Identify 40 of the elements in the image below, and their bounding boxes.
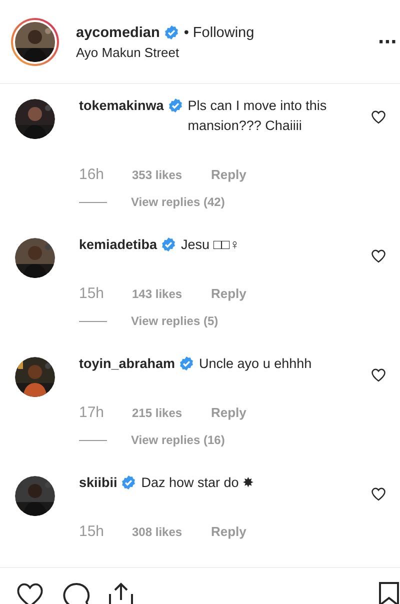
user-avatar[interactable] bbox=[15, 357, 55, 397]
more-options-button[interactable]: ··· bbox=[378, 28, 400, 54]
comment-text: Uncle ayo u ehhhh bbox=[199, 355, 313, 373]
heart-icon[interactable] bbox=[371, 249, 386, 263]
heart-icon[interactable] bbox=[371, 487, 386, 501]
comment-text: Jesu □□♀ bbox=[181, 236, 241, 254]
username-link[interactable]: aycomedian bbox=[76, 24, 160, 40]
username-link[interactable]: skiibii bbox=[79, 473, 118, 493]
location-link[interactable]: Ayo Makun Street bbox=[76, 45, 378, 60]
comment-time: 16h bbox=[79, 166, 106, 183]
comment-time: 15h bbox=[79, 285, 106, 302]
view-replies-link[interactable]: View replies (42) bbox=[131, 195, 225, 209]
story-ring[interactable] bbox=[11, 18, 59, 66]
reply-link[interactable]: Reply bbox=[211, 524, 246, 539]
comment-time: 15h bbox=[79, 523, 106, 540]
user-avatar[interactable] bbox=[15, 99, 55, 139]
bookmark-icon[interactable] bbox=[378, 582, 400, 604]
reply-link[interactable]: Reply bbox=[211, 286, 246, 301]
username-link[interactable]: toyin_abraham bbox=[79, 354, 176, 374]
likes-count[interactable]: 308 likes bbox=[132, 525, 211, 539]
heart-icon[interactable] bbox=[15, 582, 45, 604]
heart-icon[interactable] bbox=[371, 368, 386, 382]
view-replies-link[interactable]: View replies (16) bbox=[131, 433, 225, 447]
user-avatar[interactable] bbox=[15, 238, 55, 278]
reply-link[interactable]: Reply bbox=[211, 167, 246, 182]
reply-link[interactable]: Reply bbox=[211, 405, 246, 420]
comment-time: 17h bbox=[79, 404, 106, 421]
heart-icon[interactable] bbox=[371, 110, 386, 124]
share-icon[interactable] bbox=[107, 582, 135, 604]
likes-count[interactable]: 215 likes bbox=[132, 406, 211, 420]
comment-text: Pls can I move into this mansion??? Chaiiii bbox=[188, 97, 328, 135]
comment-text: Daz how star do ✸ bbox=[141, 474, 256, 492]
likes-count[interactable]: 143 likes bbox=[132, 287, 211, 301]
user-avatar[interactable] bbox=[15, 476, 55, 516]
comment-icon[interactable] bbox=[61, 582, 91, 604]
likes-count[interactable]: 353 likes bbox=[132, 168, 211, 182]
view-replies-link[interactable]: View replies (5) bbox=[131, 314, 218, 328]
username-link[interactable]: kemiadetiba bbox=[79, 235, 158, 255]
username-link[interactable]: tokemakinwa bbox=[79, 96, 164, 116]
follow-status[interactable]: • Following bbox=[184, 24, 254, 40]
